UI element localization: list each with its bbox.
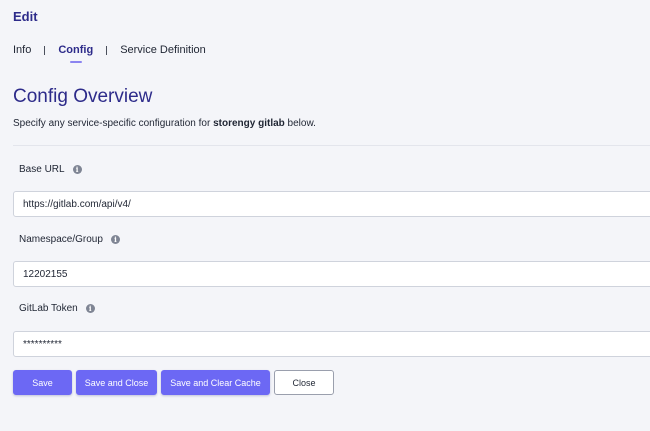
description-prefix: Specify any service-specific configurati… [13,118,214,129]
close-button[interactable]: Close [274,370,334,395]
base-url-label: Base URL i [19,163,82,176]
namespace-group-label: Namespace/Group i [19,233,120,246]
namespace-group-label-text: Namespace/Group [19,234,103,245]
tab-config[interactable]: Config [58,43,93,57]
save-and-close-button[interactable]: Save and Close [76,370,157,395]
service-name: storengy gitlab [213,118,285,129]
section-description: Specify any service-specific configurati… [13,117,316,130]
section-divider [13,145,650,146]
base-url-label-text: Base URL [19,164,65,175]
info-icon[interactable]: i [85,304,95,313]
save-button[interactable]: Save [13,370,72,395]
action-buttons: Save Save and Close Save and Clear Cache… [13,370,334,395]
section-title: Config Overview [13,86,153,107]
tab-service-definition[interactable]: Service Definition [120,43,206,57]
base-url-input[interactable] [13,191,650,217]
tab-separator [106,45,108,55]
tab-bar: Info Config Service Definition [13,43,206,57]
info-icon[interactable]: i [72,165,82,174]
tab-separator [44,45,46,55]
gitlab-token-input[interactable] [13,331,650,357]
save-and-clear-cache-button[interactable]: Save and Clear Cache [161,370,270,395]
description-suffix: below. [284,118,316,129]
namespace-group-input[interactable] [13,261,650,287]
gitlab-token-label-text: GitLab Token [19,303,78,314]
gitlab-token-label: GitLab Token i [19,302,95,315]
info-icon[interactable]: i [110,235,120,244]
page-title: Edit [13,9,38,24]
edit-page: Edit Info Config Service Definition Conf… [0,0,650,431]
tab-info[interactable]: Info [13,43,31,57]
